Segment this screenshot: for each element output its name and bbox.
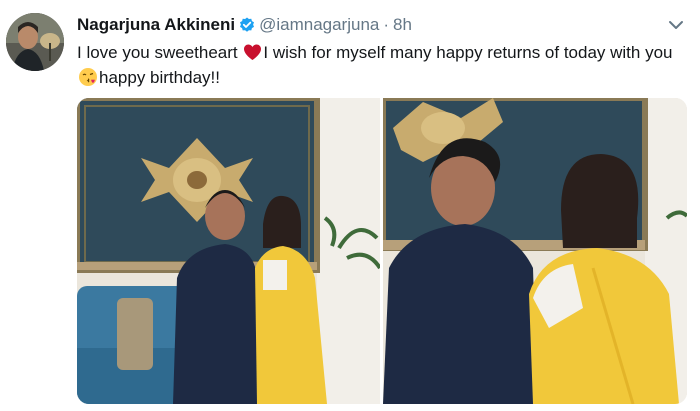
- photo-couple-closeup[interactable]: [383, 98, 687, 404]
- chevron-down-icon[interactable]: [668, 18, 684, 30]
- tweet-text-part-3: happy birthday!!: [99, 68, 220, 87]
- separator-dot: ·: [383, 15, 390, 34]
- avatar-image: [6, 13, 64, 71]
- tweet-card[interactable]: Nagarjuna Akkineni @iamnagarjuna · 8h I …: [0, 0, 700, 411]
- red-heart-icon: [243, 43, 262, 60]
- tweet-text-part-2: I wish for myself many happy returns of …: [263, 43, 673, 62]
- face-blowing-kiss-icon: [78, 67, 98, 87]
- display-name[interactable]: Nagarjuna Akkineni: [77, 15, 235, 35]
- verified-badge-icon: [239, 17, 255, 33]
- photo-image: [77, 98, 380, 404]
- photo-couple-sofa[interactable]: [77, 98, 380, 404]
- photo-image: [383, 98, 687, 404]
- tweet-text: I love you sweetheart I wish for myself …: [77, 40, 677, 90]
- avatar[interactable]: [6, 13, 64, 71]
- handle[interactable]: @iamnagarjuna: [259, 15, 379, 35]
- tweet-text-part-1: I love you sweetheart: [77, 43, 243, 62]
- timestamp[interactable]: 8h: [393, 15, 412, 35]
- tweet-header: Nagarjuna Akkineni @iamnagarjuna · 8h: [77, 14, 412, 36]
